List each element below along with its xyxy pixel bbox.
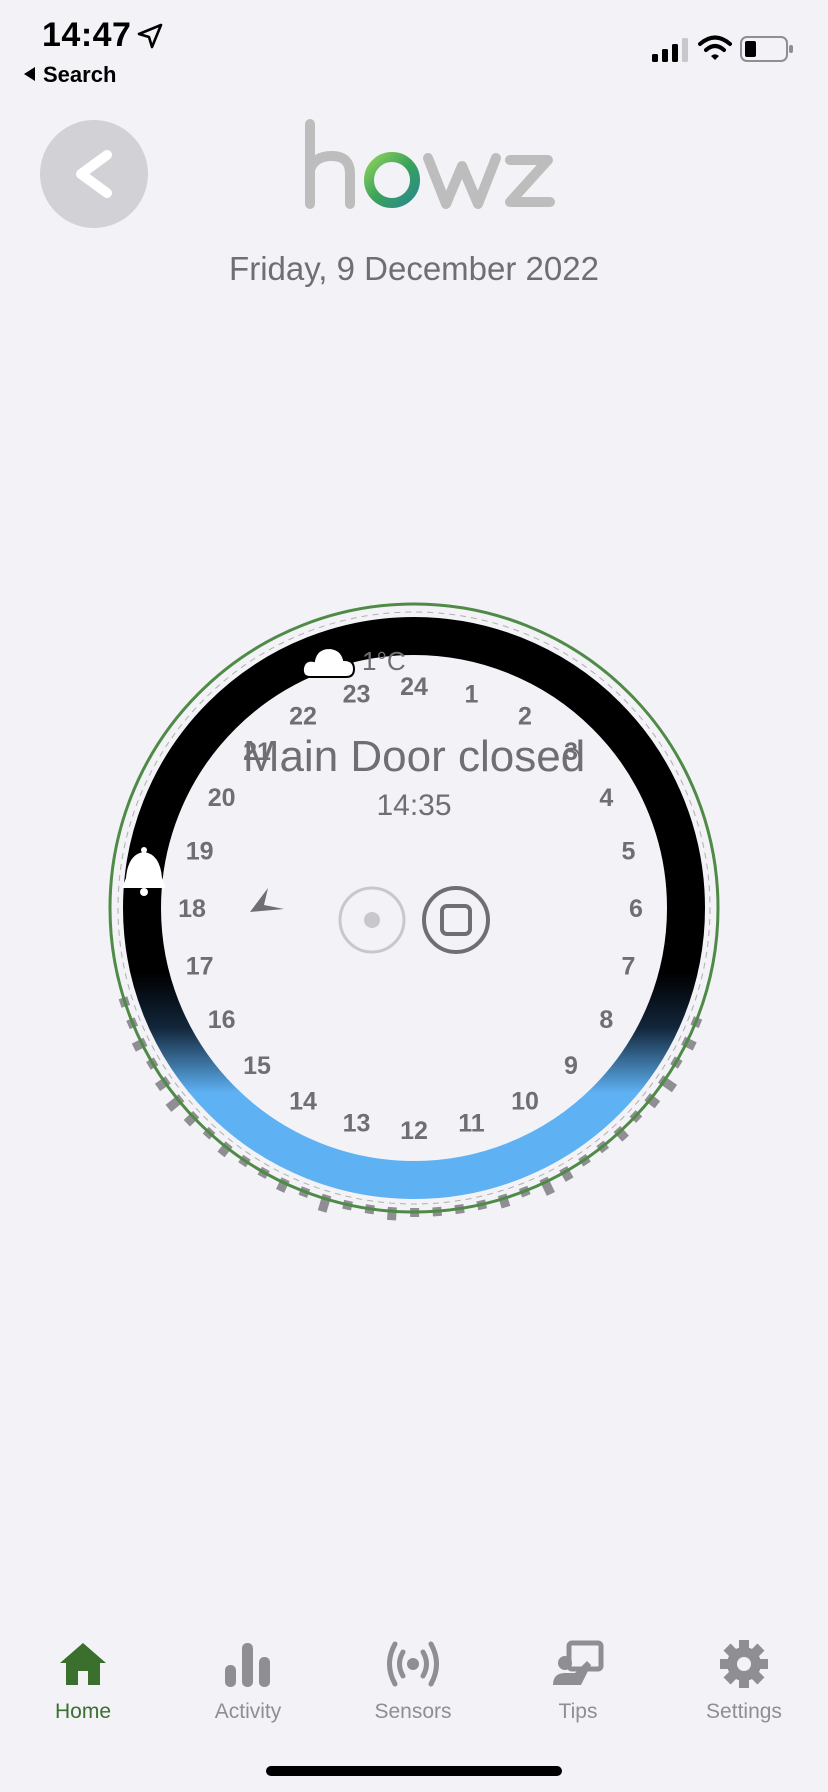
tab-tips-label: Tips [558, 1700, 598, 1723]
settings-icon [720, 1640, 768, 1688]
current-date: Friday, 9 December 2022 [229, 250, 599, 287]
hour-label: 12 [400, 1117, 428, 1145]
back-to-app-link[interactable]: Search [24, 62, 116, 88]
weather-temperature: 1°C [362, 646, 406, 676]
hour-label: 17 [186, 953, 214, 981]
tab-home-label: Home [54, 1700, 112, 1723]
hour-label: 9 [564, 1052, 578, 1080]
hour-label: 13 [343, 1109, 371, 1137]
hour-label: 5 [621, 838, 635, 866]
hour-label: 22 [289, 703, 317, 731]
hour-label: 15 [243, 1052, 271, 1080]
hour-label: 10 [511, 1087, 539, 1115]
tab-bar: Home Activity Sensors Tips Settings [0, 1615, 828, 1735]
hour-label: 20 [208, 784, 236, 812]
sensors-icon [387, 1641, 439, 1687]
activity-bar [387, 1206, 397, 1221]
hour-label: 8 [599, 1006, 613, 1034]
hour-label: 2 [518, 703, 532, 731]
back-app-label: Search [43, 62, 117, 87]
howz-logo [305, 119, 555, 209]
hour-label: 18 [178, 895, 206, 923]
wifi-icon [698, 35, 732, 60]
hour-label: 14 [289, 1087, 317, 1115]
activity-icon [225, 1643, 270, 1687]
hour-label: 6 [629, 895, 643, 923]
tab-settings[interactable]: Settings [661, 1615, 827, 1735]
back-button[interactable] [40, 120, 148, 228]
tab-activity-label: Activity [214, 1700, 282, 1723]
back-triangle-icon [24, 67, 35, 81]
hour-label: 4 [599, 784, 613, 812]
hour-label: 23 [343, 681, 371, 709]
status-bar: 14:47 Search [0, 0, 828, 96]
hour-label: 7 [621, 953, 635, 981]
tips-icon [553, 1640, 604, 1685]
activity-dial[interactable]: 24 1234567891011121314151617181920212223 … [54, 548, 774, 1268]
status-time: 14:35 [376, 789, 451, 822]
hour-label: 16 [208, 1006, 236, 1034]
status-title: Main Door closed [243, 732, 585, 781]
tab-activity[interactable]: Activity [165, 1615, 331, 1735]
tab-settings-label: Settings [706, 1700, 782, 1723]
tab-tips[interactable]: Tips [495, 1615, 661, 1735]
cellular-signal-icon [652, 38, 688, 62]
hour-label: 1 [465, 681, 479, 709]
tab-sensors[interactable]: Sensors [330, 1615, 496, 1735]
tab-home[interactable]: Home [0, 1615, 166, 1735]
status-time: 14:47 [42, 16, 132, 54]
hour-label: 19 [186, 838, 214, 866]
tab-sensors-label: Sensors [374, 1700, 452, 1723]
home-icon [60, 1643, 106, 1685]
location-arrow-icon [137, 23, 163, 49]
hour-label: 11 [458, 1109, 485, 1137]
hour-label: 24 [400, 673, 428, 701]
battery-icon [740, 36, 793, 62]
chevron-left-icon [76, 150, 112, 198]
home-indicator [266, 1766, 562, 1776]
